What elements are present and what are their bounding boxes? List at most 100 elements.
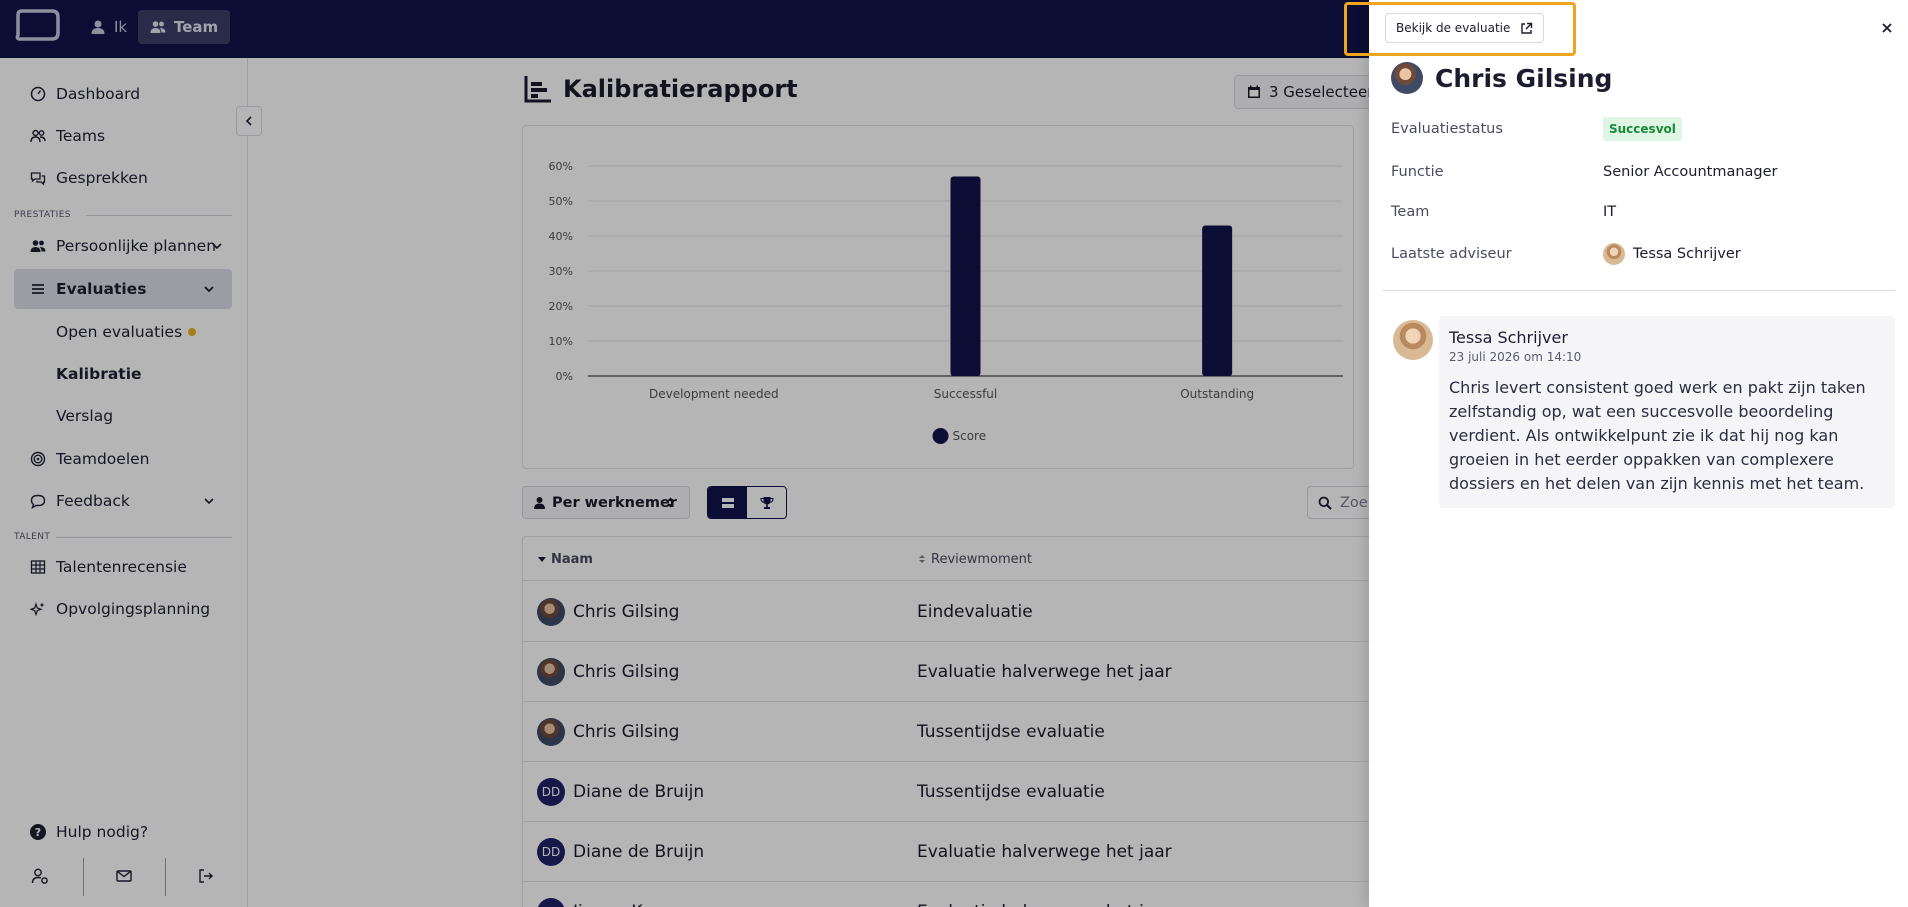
- cell-naam: Chris Gilsing: [537, 642, 679, 702]
- app-logo-icon[interactable]: [12, 9, 60, 43]
- chevron-left-icon: [245, 116, 252, 126]
- group-by-label: Per werknemer: [552, 494, 677, 511]
- field-evaluatiestatus: Evaluatiestatus Succesvol: [1391, 114, 1891, 144]
- x-tick-label: Outstanding: [1180, 387, 1254, 401]
- sidebar-item-teamdoelen[interactable]: Teamdoelen: [14, 439, 232, 479]
- close-drawer-button[interactable]: [1877, 18, 1897, 38]
- sidebar-item-persoonlijke-plannen[interactable]: Persoonlijke plannen: [14, 226, 232, 266]
- sort-updown-icon: [667, 497, 674, 508]
- external-link-icon: [1521, 22, 1533, 34]
- x-tick-label: Successful: [934, 387, 997, 401]
- employee-header: Chris Gilsing: [1391, 62, 1612, 94]
- field-label: Functie: [1391, 164, 1444, 180]
- ranking-view-toggle[interactable]: [747, 487, 786, 518]
- calibration-chart: 0% 10% 20% 30% 40% 50% 60% Development needed Su…: [522, 125, 1354, 469]
- y-tick-label: 10%: [549, 335, 573, 348]
- date-filter-button[interactable]: 3 Geselecteerd: [1234, 75, 1384, 109]
- column-header-reviewmoment[interactable]: Reviewmoment: [917, 537, 1032, 581]
- cell-reviewmoment: Eindevaluatie: [917, 602, 1033, 622]
- tab-ik[interactable]: Ik: [78, 10, 139, 44]
- chevron-down-icon: [212, 243, 222, 250]
- field-laatste-adviseur: Laatste adviseur Tessa Schrijver: [1391, 239, 1891, 269]
- search-input[interactable]: Zoeken: [1307, 486, 1377, 519]
- y-tick-label: 30%: [549, 265, 573, 278]
- collapse-sidebar-button[interactable]: [236, 106, 262, 136]
- legend-label: Score: [953, 429, 987, 443]
- page-title-text: Kalibratierapport: [563, 75, 798, 103]
- logout-icon: [199, 869, 213, 883]
- tab-ik-label: Ik: [114, 18, 128, 36]
- user-gear-icon: [31, 868, 48, 884]
- y-tick-label: 50%: [549, 195, 573, 208]
- envelope-icon: [116, 870, 132, 882]
- avatar: [537, 658, 565, 686]
- sidebar-subitem-verslag[interactable]: Verslag: [56, 396, 113, 436]
- sidebar-item-gesprekken[interactable]: Gesprekken: [14, 158, 232, 198]
- divider: [1383, 290, 1895, 291]
- sidebar-item-dashboard[interactable]: Dashboard: [14, 74, 232, 114]
- sidebar-item-label: Kalibratie: [56, 365, 142, 383]
- table-row[interactable]: Chris Gilsing Tussentijdse evaluatie: [523, 702, 1371, 762]
- tab-team-label: Team: [174, 18, 219, 36]
- field-label: Evaluatiestatus: [1391, 121, 1503, 137]
- target-icon: [30, 451, 46, 467]
- avatar: DD: [537, 778, 565, 806]
- speech-bubble-icon: [30, 494, 46, 509]
- messages-button[interactable]: [104, 856, 144, 896]
- open-evaluation-button[interactable]: Bekijk de evaluatie: [1385, 13, 1545, 43]
- sidebar-item-label: Evaluaties: [56, 280, 147, 298]
- sidebar-item-teams[interactable]: Teams: [14, 116, 232, 156]
- sidebar-item-opvolgingsplanning[interactable]: Opvolgingsplanning: [14, 589, 232, 629]
- sidebar-item-talentenrecensie[interactable]: Talentenrecensie: [14, 547, 232, 587]
- avatar: [537, 598, 565, 626]
- x-tick-label: Development needed: [649, 387, 779, 401]
- bar-chart-icon: [524, 76, 551, 103]
- table-row[interactable]: Chris Gilsing Evaluatie halverwege het ja…: [523, 642, 1371, 702]
- question-icon: ?: [30, 824, 46, 840]
- employee-name: Chris Gilsing: [573, 722, 680, 742]
- table-row[interactable]: Chris Gilsing Eindevaluatie: [523, 582, 1371, 642]
- sidebar-subitem-kalibratie[interactable]: Kalibratie: [56, 354, 142, 394]
- field-label: Laatste adviseur: [1391, 246, 1512, 262]
- notification-dot: [188, 328, 197, 336]
- sidebar-item-label: Dashboard: [56, 85, 141, 103]
- bar: [950, 176, 981, 376]
- footer-separator: [83, 858, 84, 896]
- logout-button[interactable]: [186, 856, 226, 896]
- cell-naam: DD Diane de Bruijn: [537, 762, 704, 822]
- close-icon: [1882, 23, 1892, 33]
- table-row[interactable]: JK Jimmy Kooman Evaluatie halverwege het j…: [523, 882, 1371, 907]
- sidebar-subitem-open-evaluaties[interactable]: Open evaluaties: [56, 312, 197, 352]
- section-divider: [86, 215, 232, 216]
- employee-name: Chris Gilsing: [1435, 63, 1613, 93]
- sidebar-item-label: Verslag: [56, 407, 114, 425]
- group-by-select[interactable]: Per werknemer: [522, 486, 690, 519]
- user-settings-button[interactable]: [20, 856, 60, 896]
- users-icon: [30, 240, 46, 252]
- column-header-label: Reviewmoment: [931, 551, 1032, 567]
- sidebar-item-label: Teams: [56, 127, 106, 145]
- column-header-label: Naam: [551, 551, 593, 567]
- user-icon: [91, 20, 105, 34]
- help-link[interactable]: ? Hulp nodig?: [30, 823, 148, 841]
- sidebar-item-label: Feedback: [56, 492, 130, 510]
- table-row[interactable]: DD Diane de Bruijn Evaluatie halverwege he…: [523, 822, 1371, 882]
- legend-marker: [932, 428, 949, 444]
- sidebar-item-evaluaties[interactable]: Evaluaties: [14, 269, 232, 309]
- tab-team[interactable]: Team: [138, 10, 231, 44]
- sidebar-item-feedback[interactable]: Feedback: [14, 481, 232, 521]
- users-icon: [30, 129, 46, 143]
- comment-date: 23 juli 2026 om 14:10: [1449, 350, 1582, 364]
- table-row[interactable]: DD Diane de Bruijn Tussentijdse evaluatie: [523, 762, 1371, 822]
- sidebar-item-label: Opvolgingsplanning: [56, 600, 211, 618]
- table-view-toggle[interactable]: [708, 487, 747, 518]
- field-label: Team: [1391, 204, 1430, 220]
- help-label: Hulp nodig?: [56, 823, 149, 841]
- field-team: Team IT: [1391, 197, 1891, 227]
- cell-naam: DD Diane de Bruijn: [537, 822, 704, 882]
- comment-author: Tessa Schrijver: [1449, 328, 1568, 347]
- user-icon: [534, 497, 545, 509]
- column-header-naam[interactable]: Naam: [537, 537, 593, 581]
- page-title: Kalibratierapport: [523, 74, 798, 104]
- employee-name: Chris Gilsing: [573, 602, 680, 622]
